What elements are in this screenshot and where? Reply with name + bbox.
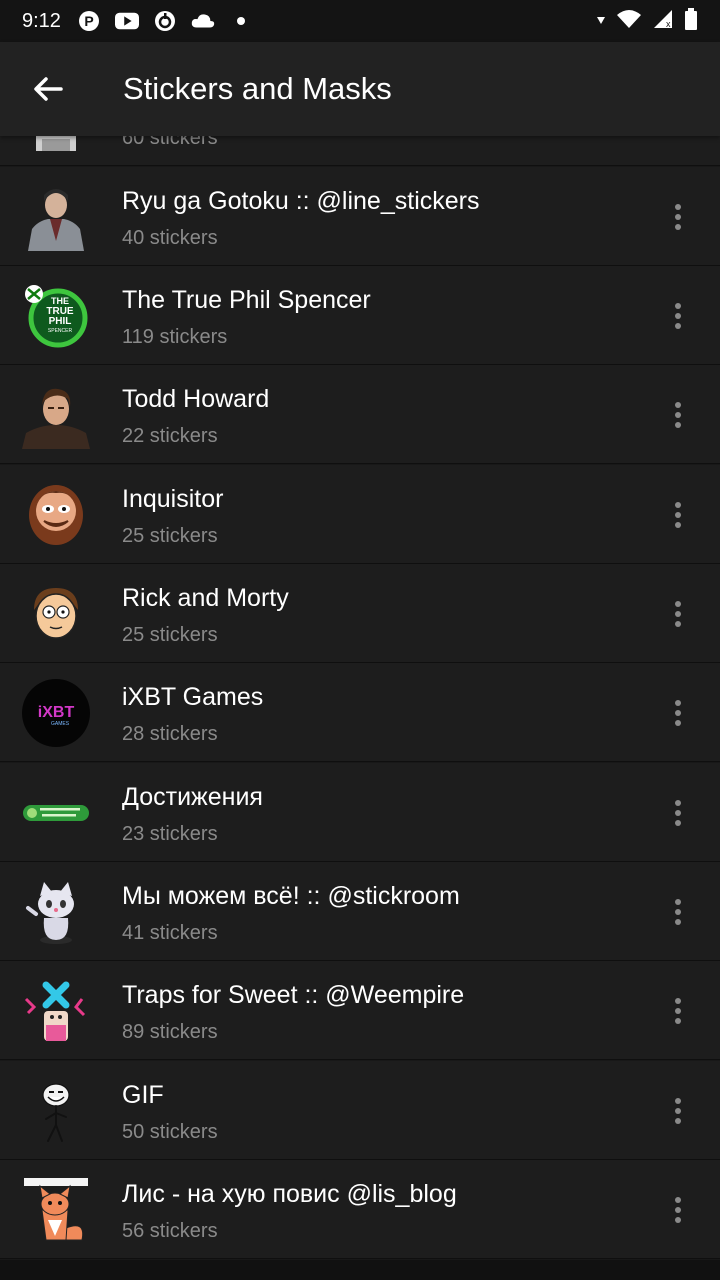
sticker-pack-row[interactable]: Лис - на хую повис @lis_blog 56 stickers [0,1160,720,1259]
sticker-count: 41 stickers [122,922,218,944]
sticker-pack-row[interactable]: Достижения 23 stickers [0,763,720,862]
thumb-text: THE [51,296,69,306]
arrow-back-icon [34,77,63,101]
more-options-icon[interactable] [658,296,698,336]
sticker-pack-row[interactable]: Мы можем всё! :: @stickroom 41 stickers [0,862,720,961]
sticker-count: 89 stickers [122,1021,218,1043]
sticker-pack-row[interactable]: iXBT GAMES iXBT Games 28 stickers [0,663,720,762]
svg-text:P: P [84,13,93,29]
sticker-pack-row[interactable]: Todd Howard 22 stickers [0,365,720,464]
xbox-logo-thumbnail: THE TRUE PHIL SPENCER [22,282,90,350]
sticker-pack-name: GIF [122,1081,164,1109]
more-options-icon[interactable] [658,1190,698,1230]
sticker-count: 25 stickers [122,624,218,646]
sticker-pack-row[interactable]: THE TRUE PHIL SPENCER The True Phil Spen… [0,266,720,365]
thumb-text: PHIL [49,316,72,327]
sticker-count: 60 stickers [122,136,218,149]
sticker-count: 28 stickers [122,723,218,745]
status-bar: 9:12 P x [0,0,720,42]
thumb-text: iXBT [38,704,75,721]
man-portrait-thumbnail [22,381,90,449]
cloud-icon [191,9,215,33]
more-options-icon[interactable] [658,495,698,535]
sticker-pack-name: Ryu ga Gotoku :: @line_stickers [122,187,480,215]
sticker-count: 119 stickers [122,326,228,348]
colorful-character-thumbnail [22,977,90,1045]
sticker-pack-row[interactable]: Rick and Morty 25 stickers [0,564,720,663]
sticker-pack-name: Rick and Morty [122,584,289,612]
fox-cartoon-thumbnail [22,1176,90,1244]
pinterest-icon: P [77,9,101,33]
sticker-count: 22 stickers [122,425,218,447]
app-toolbar: Stickers and Masks [0,42,720,136]
achievement-badge-thumbnail [22,779,90,847]
more-options-icon[interactable] [658,1091,698,1131]
bottom-edge [0,1260,720,1280]
sticker-pack-name: Мы можем всё! :: @stickroom [122,882,460,910]
sticker-pack-row[interactable]: Ryu ga Gotoku :: @line_stickers 40 stick… [0,167,720,266]
bearded-face-thumbnail [22,481,90,549]
back-button[interactable] [0,42,96,136]
sticker-pack-name: The True Phil Spencer [122,286,371,314]
sticker-count: 23 stickers [122,823,218,845]
more-options-icon[interactable] [658,991,698,1031]
sticker-count: 40 stickers [122,227,218,249]
sticker-count: 50 stickers [122,1121,218,1143]
svg-text:x: x [666,19,671,29]
signal-icon: x [652,9,674,34]
sticker-pack-name: Traps for Sweet :: @Weempire [122,981,465,1009]
thumb-text: GAMES [51,721,70,727]
sticker-pack-name: Достижения [122,783,263,811]
ixbt-logo-thumbnail: iXBT GAMES [22,679,90,747]
wifi-icon [616,9,642,34]
thumb-text: SPENCER [48,328,73,334]
data-arrow-icon [596,12,606,30]
sticker-pack-row[interactable]: GIF 50 stickers [0,1061,720,1160]
sticker-pack-list[interactable]: 60 stickers Ryu ga Gotoku :: @line_stick… [0,136,720,1260]
sticker-pack-row[interactable]: Inquisitor 25 stickers [0,465,720,564]
morty-face-thumbnail [22,580,90,648]
battery-icon [684,7,698,35]
page-title: Stickers and Masks [123,71,392,106]
status-time: 9:12 [22,9,61,32]
sticker-pack-name: iXBT Games [122,683,264,711]
cat-cartoon-thumbnail [22,878,90,946]
sticker-count: 25 stickers [122,525,218,547]
sticker-pack-row-partial[interactable]: 60 stickers [0,136,720,166]
youtube-icon [114,9,139,33]
more-options-icon[interactable] [658,594,698,634]
more-options-icon[interactable] [658,197,698,237]
sticker-pack-name: Todd Howard [122,385,270,413]
dot-icon [229,9,253,33]
more-options-icon[interactable] [658,395,698,435]
refresh-icon [153,9,177,33]
more-options-icon[interactable] [658,793,698,833]
sticker-pack-name: Лис - на хую повис @lis_blog [122,1180,457,1208]
man-in-suit-thumbnail [22,183,90,251]
sticker-pack-name: Inquisitor [122,485,224,513]
sticker-count: 56 stickers [122,1220,218,1242]
more-options-icon[interactable] [658,892,698,932]
sticker-pack-thumbnail [22,136,90,151]
more-options-icon[interactable] [658,693,698,733]
sticker-pack-row[interactable]: Traps for Sweet :: @Weempire 89 stickers [0,961,720,1060]
trollface-thumbnail [22,1077,90,1145]
